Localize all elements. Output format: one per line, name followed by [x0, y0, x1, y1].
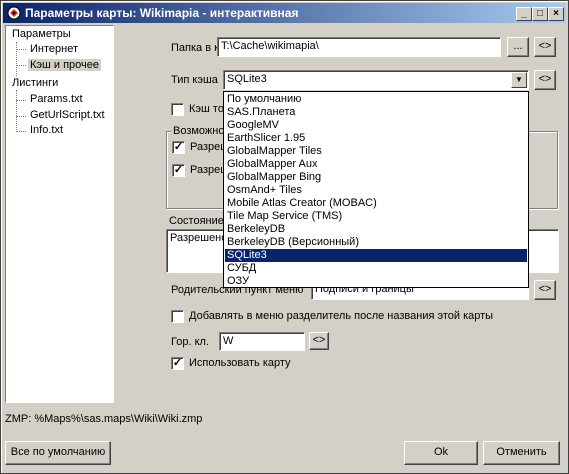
cache-type-label: Тип кэша: [171, 74, 218, 86]
cache-type-option[interactable]: BerkeleyDB (Версионный): [225, 236, 527, 249]
maximize-button[interactable]: □: [532, 7, 548, 21]
cache-type-option[interactable]: SQLite3: [225, 249, 527, 262]
cache-type-option[interactable]: GlobalMapper Aux: [225, 158, 527, 171]
cache-folder-input[interactable]: T:\Cache\wikimapia\: [217, 37, 501, 57]
tree-item-parameters[interactable]: Параметры: [10, 28, 73, 40]
defaults-button[interactable]: Все по умолчанию: [5, 441, 111, 465]
ok-button[interactable]: Ok: [404, 441, 478, 465]
tree-item-cache[interactable]: Кэш и прочее: [28, 59, 102, 71]
browse-folder-button[interactable]: ...: [507, 37, 529, 57]
tree-item-info-txt[interactable]: Info.txt: [28, 124, 65, 136]
cache-type-option[interactable]: OsmAnd+ Tiles: [225, 184, 527, 197]
cache-type-option[interactable]: По умолчанию: [225, 93, 527, 106]
dialog-window: Параметры карты: Wikimapia - интерактивн…: [0, 0, 569, 474]
state-text: Разрешено: [170, 232, 228, 244]
window-title: Параметры карты: Wikimapia - интерактивн…: [25, 6, 299, 20]
minimize-button[interactable]: _: [516, 7, 532, 21]
permissions-group-label: Возможно: [171, 125, 227, 137]
hotkey-label: Гор. кл.: [171, 336, 209, 348]
cache-type-option[interactable]: EarthSlicer 1.95: [225, 132, 527, 145]
tree-item-params-txt[interactable]: Params.txt: [28, 93, 85, 105]
close-button[interactable]: ×: [548, 7, 564, 21]
cache-type-value: SQLite3: [227, 73, 267, 85]
title-bar[interactable]: Параметры карты: Wikimapia - интерактивн…: [3, 3, 566, 23]
cache-type-option[interactable]: GoogleMV: [225, 119, 527, 132]
cache-only-label: Кэш то: [189, 103, 224, 115]
cache-type-option[interactable]: ОЗУ: [225, 275, 527, 288]
cache-type-option[interactable]: SAS.Планета: [225, 106, 527, 119]
reset-cache-type-button[interactable]: <>: [534, 70, 556, 90]
hotkey-input[interactable]: W: [219, 332, 305, 351]
tree-item-internet[interactable]: Интернет: [28, 43, 80, 55]
zmp-path: ZMP: %Maps%\sas.maps\Wiki\Wiki.zmp: [5, 413, 203, 425]
cache-type-option[interactable]: GlobalMapper Bing: [225, 171, 527, 184]
separator-checkbox[interactable]: [171, 310, 184, 323]
tree-item-geturlscript-txt[interactable]: GetUrlScript.txt: [28, 109, 107, 121]
cache-type-option[interactable]: BerkeleyDB: [225, 223, 527, 236]
cache-type-option[interactable]: СУБД: [225, 262, 527, 275]
cache-type-option[interactable]: Tile Map Service (TMS): [225, 210, 527, 223]
permission-checkbox-2[interactable]: ✓: [172, 164, 185, 177]
permission-checkbox-1[interactable]: ✓: [172, 141, 185, 154]
tree-item-listings[interactable]: Листинги: [10, 77, 60, 89]
state-group-label: Состояние: [169, 215, 224, 227]
separator-label: Добавлять в меню разделитель после назва…: [189, 310, 494, 322]
cache-type-select[interactable]: SQLite3 ▼: [223, 70, 529, 90]
cancel-button[interactable]: Отменить: [483, 441, 560, 465]
cache-type-option[interactable]: Mobile Atlas Creator (MOBAC): [225, 197, 527, 210]
app-icon: [7, 6, 21, 20]
cache-type-dropdown-list[interactable]: По умолчанию SAS.Планета GoogleMV EarthSlic…: [223, 91, 529, 288]
chevron-down-icon[interactable]: ▼: [511, 72, 527, 88]
reset-folder-button[interactable]: <>: [534, 37, 556, 57]
use-map-label: Использовать карту: [189, 357, 291, 369]
use-map-checkbox[interactable]: ✓: [171, 357, 184, 370]
reset-parent-menu-button[interactable]: <>: [534, 280, 556, 300]
reset-hotkey-button[interactable]: <>: [309, 332, 329, 350]
settings-tree[interactable]: Параметры Интернет Кэш и прочее Листинги…: [5, 25, 114, 403]
cache-only-checkbox[interactable]: [171, 103, 184, 116]
cache-type-option[interactable]: GlobalMapper Tiles: [225, 145, 527, 158]
